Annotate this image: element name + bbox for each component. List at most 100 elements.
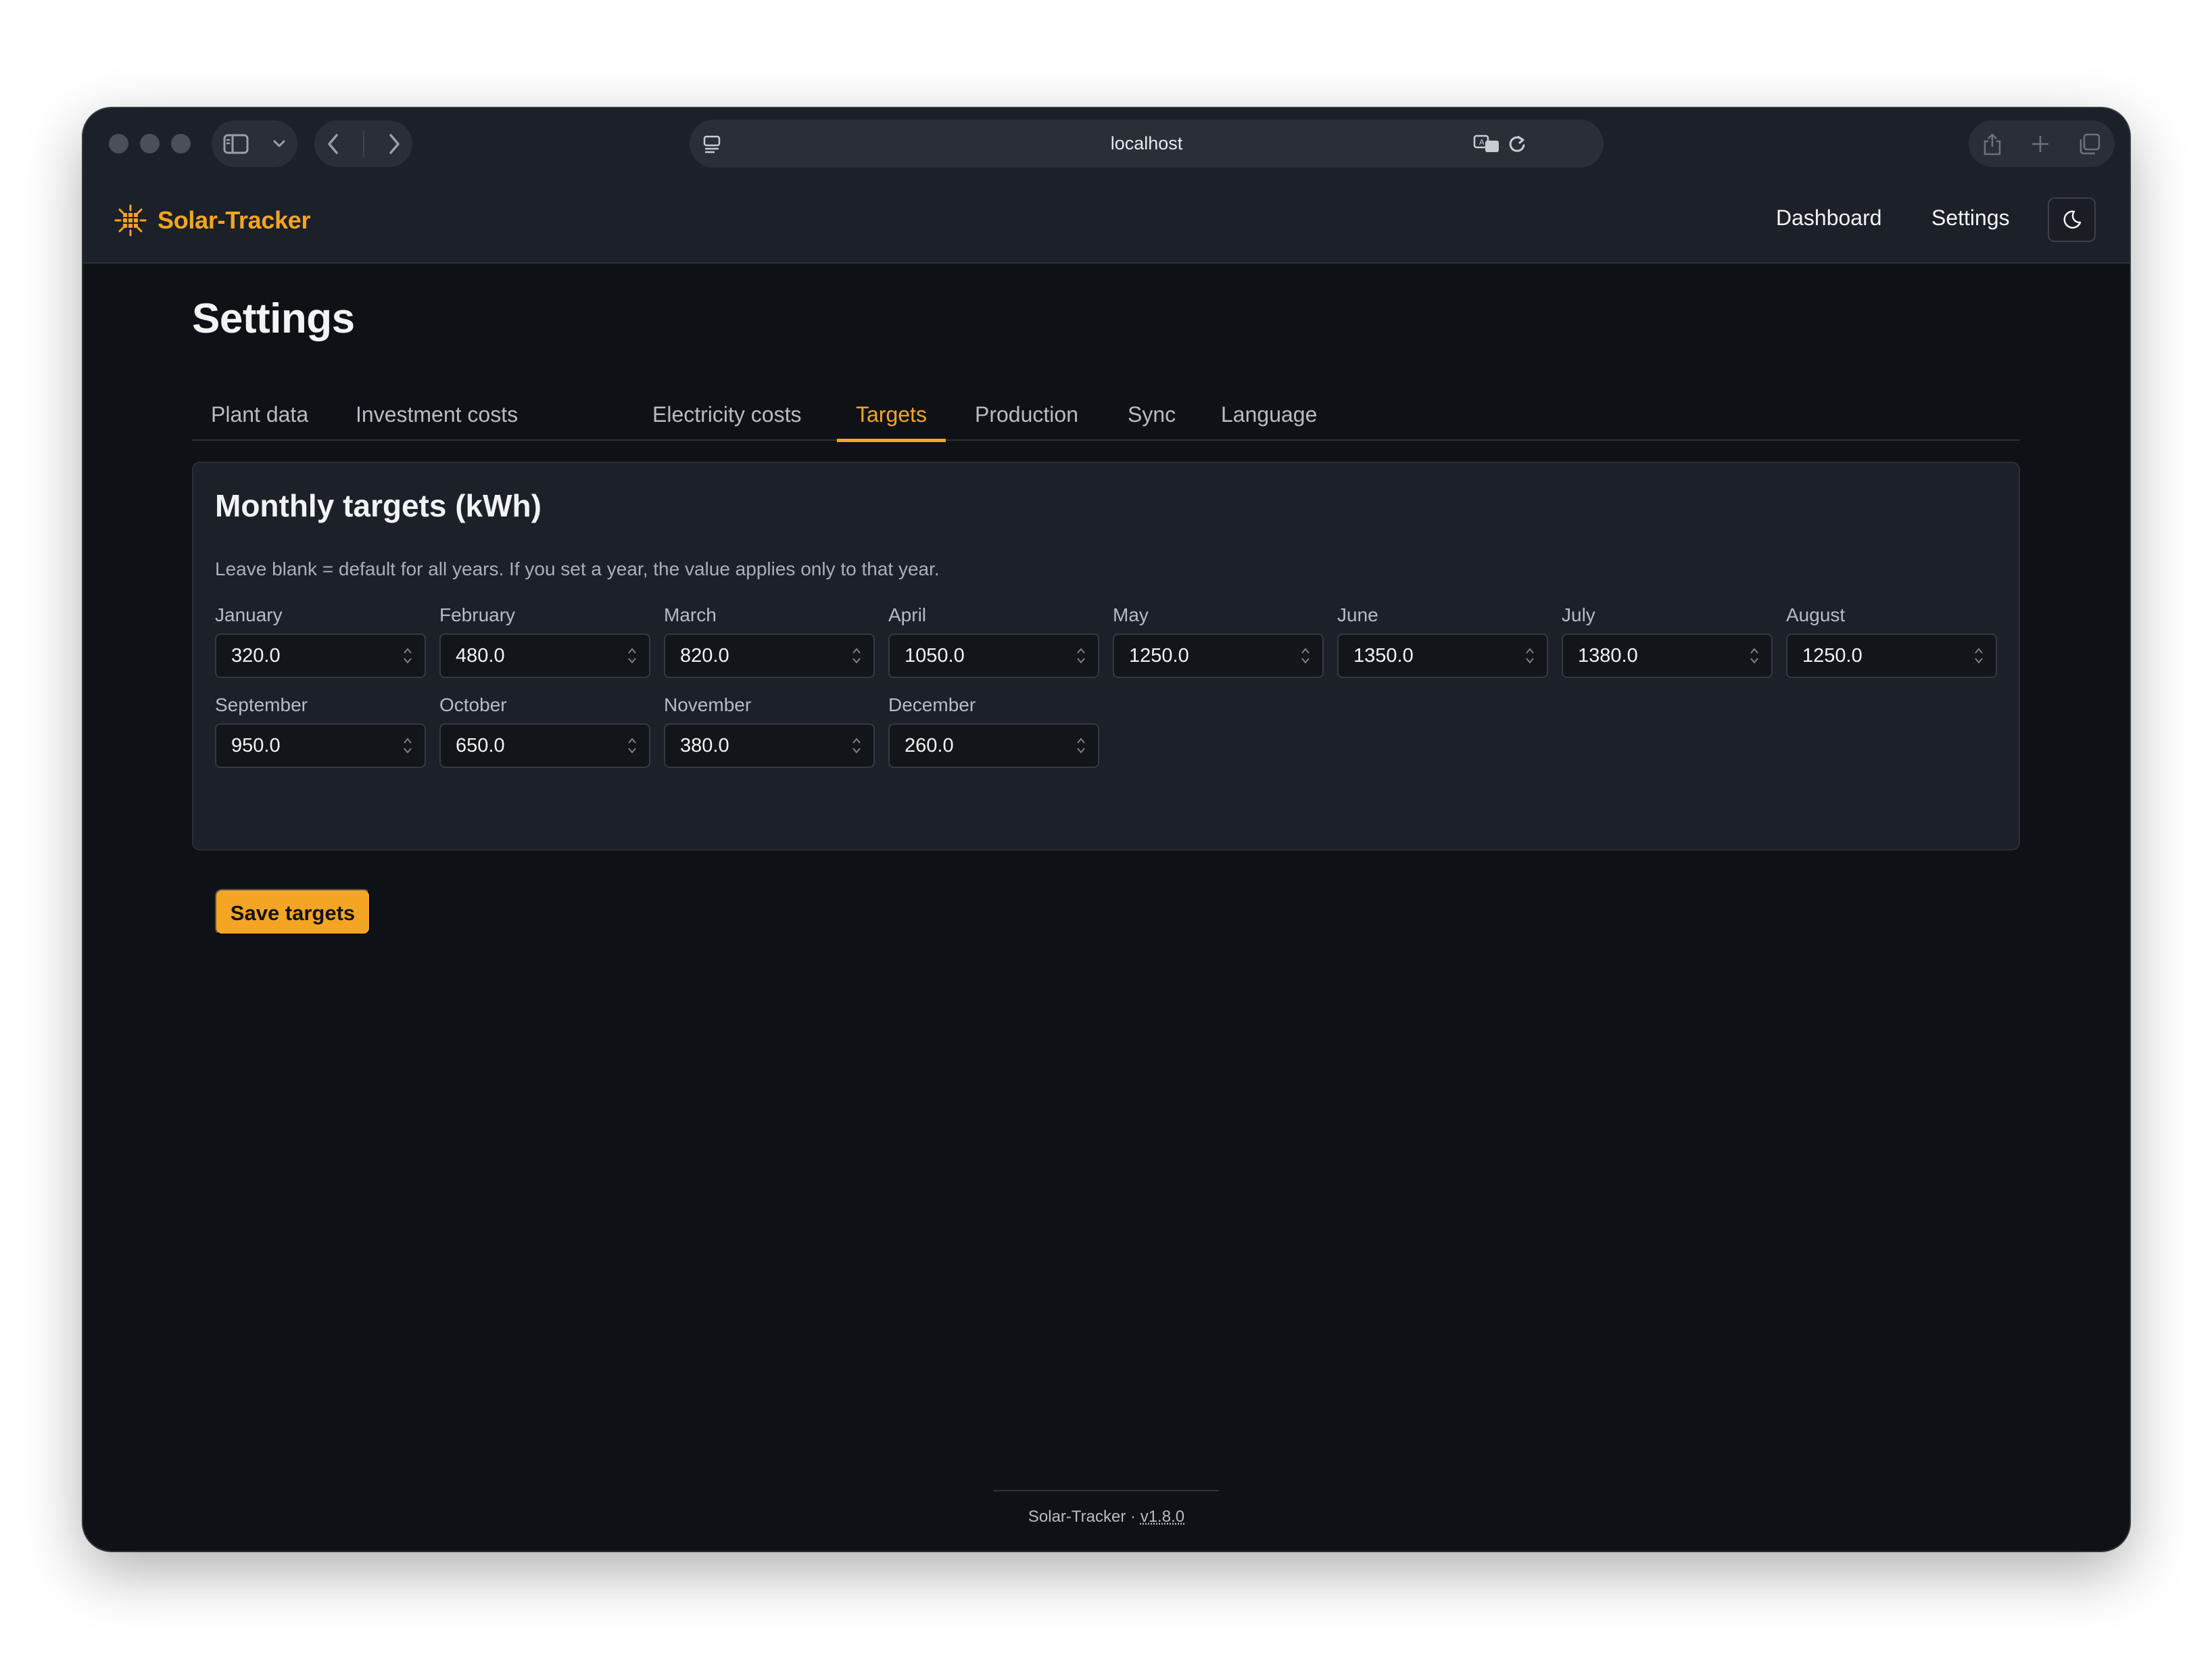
field-june: June 1350.0 xyxy=(1337,604,1548,678)
january-target-input[interactable]: 320.0 xyxy=(215,633,426,678)
june-label: June xyxy=(1337,604,1378,625)
footer-app-name: Solar-Tracker xyxy=(1028,1508,1126,1526)
field-november: November 380.0 xyxy=(664,694,875,768)
targets-hint: Leave blank = default for all years. If … xyxy=(215,558,940,579)
reload-icon[interactable] xyxy=(1508,134,1526,154)
tab-investment-costs[interactable]: Investment costs xyxy=(356,392,518,441)
march-target-value: 820.0 xyxy=(680,645,729,667)
field-april: April 1050.0 xyxy=(888,604,1099,678)
close-window-button[interactable] xyxy=(109,134,128,153)
june-target-value: 1350.0 xyxy=(1353,645,1414,667)
may-target-input[interactable]: 1250.0 xyxy=(1113,633,1324,678)
moon-icon xyxy=(2061,209,2083,231)
url-text: localhost xyxy=(1110,133,1183,153)
zoom-window-button[interactable] xyxy=(171,134,191,153)
stepper-icon[interactable] xyxy=(403,646,412,665)
sidebar-toggle-group xyxy=(212,120,297,167)
translate-icon[interactable]: A xyxy=(1473,134,1500,154)
chevron-right-icon[interactable] xyxy=(387,133,402,155)
december-label: December xyxy=(888,694,976,715)
august-label: August xyxy=(1786,604,1846,625)
brand-link[interactable]: Solar-Tracker xyxy=(114,204,311,237)
stepper-icon[interactable] xyxy=(1076,646,1086,665)
may-target-value: 1250.0 xyxy=(1129,645,1189,667)
april-target-input[interactable]: 1050.0 xyxy=(888,633,1099,678)
may-label: May xyxy=(1113,604,1149,625)
january-label: January xyxy=(215,604,283,625)
stepper-icon[interactable] xyxy=(852,736,861,755)
field-december: December 260.0 xyxy=(888,694,1099,768)
sun-grid-icon xyxy=(114,204,147,237)
field-may: May 1250.0 xyxy=(1113,604,1324,678)
september-target-value: 950.0 xyxy=(231,735,281,756)
minimize-window-button[interactable] xyxy=(140,134,160,153)
tabs-overview-icon[interactable] xyxy=(2078,133,2101,155)
footer: Solar-Tracker · v1.8.0 xyxy=(83,1508,2130,1526)
field-october: October 650.0 xyxy=(439,694,650,768)
october-label: October xyxy=(439,694,507,715)
september-target-input[interactable]: 950.0 xyxy=(215,723,426,768)
july-target-input[interactable]: 1380.0 xyxy=(1562,633,1773,678)
save-targets-button[interactable]: Save targets xyxy=(215,889,370,935)
june-target-input[interactable]: 1350.0 xyxy=(1337,633,1548,678)
october-target-input[interactable]: 650.0 xyxy=(439,723,650,768)
october-target-value: 650.0 xyxy=(456,735,505,756)
tab-language[interactable]: Language xyxy=(1221,392,1317,441)
april-label: April xyxy=(888,604,927,625)
field-september: September 950.0 xyxy=(215,694,426,768)
december-target-input[interactable]: 260.0 xyxy=(888,723,1099,768)
nav-settings[interactable]: Settings xyxy=(1931,206,2010,231)
field-august: August 1250.0 xyxy=(1786,604,1997,678)
svg-text:A: A xyxy=(1479,138,1485,147)
march-label: March xyxy=(664,604,717,625)
chevron-down-icon[interactable] xyxy=(272,139,286,149)
field-july: July 1380.0 xyxy=(1562,604,1773,678)
plus-icon[interactable] xyxy=(2030,134,2050,154)
field-january: January 320.0 xyxy=(215,604,426,678)
browser-window: localhost A Solar-Tracker Dashboard Sett… xyxy=(83,108,2130,1551)
theme-toggle-button[interactable] xyxy=(2048,197,2096,242)
nav-dashboard[interactable]: Dashboard xyxy=(1776,206,1882,231)
november-label: November xyxy=(664,694,752,715)
stepper-icon[interactable] xyxy=(627,646,637,665)
september-label: September xyxy=(215,694,308,715)
settings-tabs: Plant data Investment costs Electricity … xyxy=(192,392,2020,442)
monthly-targets-card: Monthly targets (kWh) Leave blank = defa… xyxy=(192,462,2020,935)
address-bar[interactable]: localhost A xyxy=(690,120,1604,168)
stepper-icon[interactable] xyxy=(403,736,412,755)
tab-electricity-costs[interactable]: Electricity costs xyxy=(652,392,801,441)
stepper-icon[interactable] xyxy=(1525,646,1535,665)
stepper-icon[interactable] xyxy=(627,736,637,755)
august-target-input[interactable]: 1250.0 xyxy=(1786,633,1997,678)
footer-version[interactable]: v1.8.0 xyxy=(1140,1508,1184,1526)
window-actions xyxy=(1969,120,2115,167)
brand-name: Solar-Tracker xyxy=(158,206,311,234)
february-target-input[interactable]: 480.0 xyxy=(439,633,650,678)
stepper-icon[interactable] xyxy=(1750,646,1759,665)
page-title: Settings xyxy=(192,295,355,342)
stepper-icon[interactable] xyxy=(1076,736,1086,755)
january-target-value: 320.0 xyxy=(231,645,281,667)
chevron-left-icon[interactable] xyxy=(326,133,341,155)
tab-targets[interactable]: Targets xyxy=(837,392,946,442)
stepper-icon[interactable] xyxy=(1301,646,1310,665)
browser-toolbar: localhost A xyxy=(83,108,2130,178)
march-target-input[interactable]: 820.0 xyxy=(664,633,875,678)
april-target-value: 1050.0 xyxy=(905,645,965,667)
tab-production[interactable]: Production xyxy=(975,392,1078,441)
field-february: February 480.0 xyxy=(439,604,650,678)
stepper-icon[interactable] xyxy=(1974,646,1983,665)
august-target-value: 1250.0 xyxy=(1802,645,1862,667)
tab-plant-data[interactable]: Plant data xyxy=(211,392,308,441)
february-target-value: 480.0 xyxy=(456,645,505,667)
stepper-icon[interactable] xyxy=(852,646,861,665)
footer-divider xyxy=(993,1490,1219,1491)
december-target-value: 260.0 xyxy=(905,735,954,756)
field-march: March 820.0 xyxy=(664,604,875,678)
july-label: July xyxy=(1562,604,1595,625)
share-icon[interactable] xyxy=(1982,132,2002,156)
sidebar-icon[interactable] xyxy=(223,134,249,154)
card-title: Monthly targets (kWh) xyxy=(215,488,542,523)
tab-sync[interactable]: Sync xyxy=(1128,392,1176,441)
november-target-input[interactable]: 380.0 xyxy=(664,723,875,768)
